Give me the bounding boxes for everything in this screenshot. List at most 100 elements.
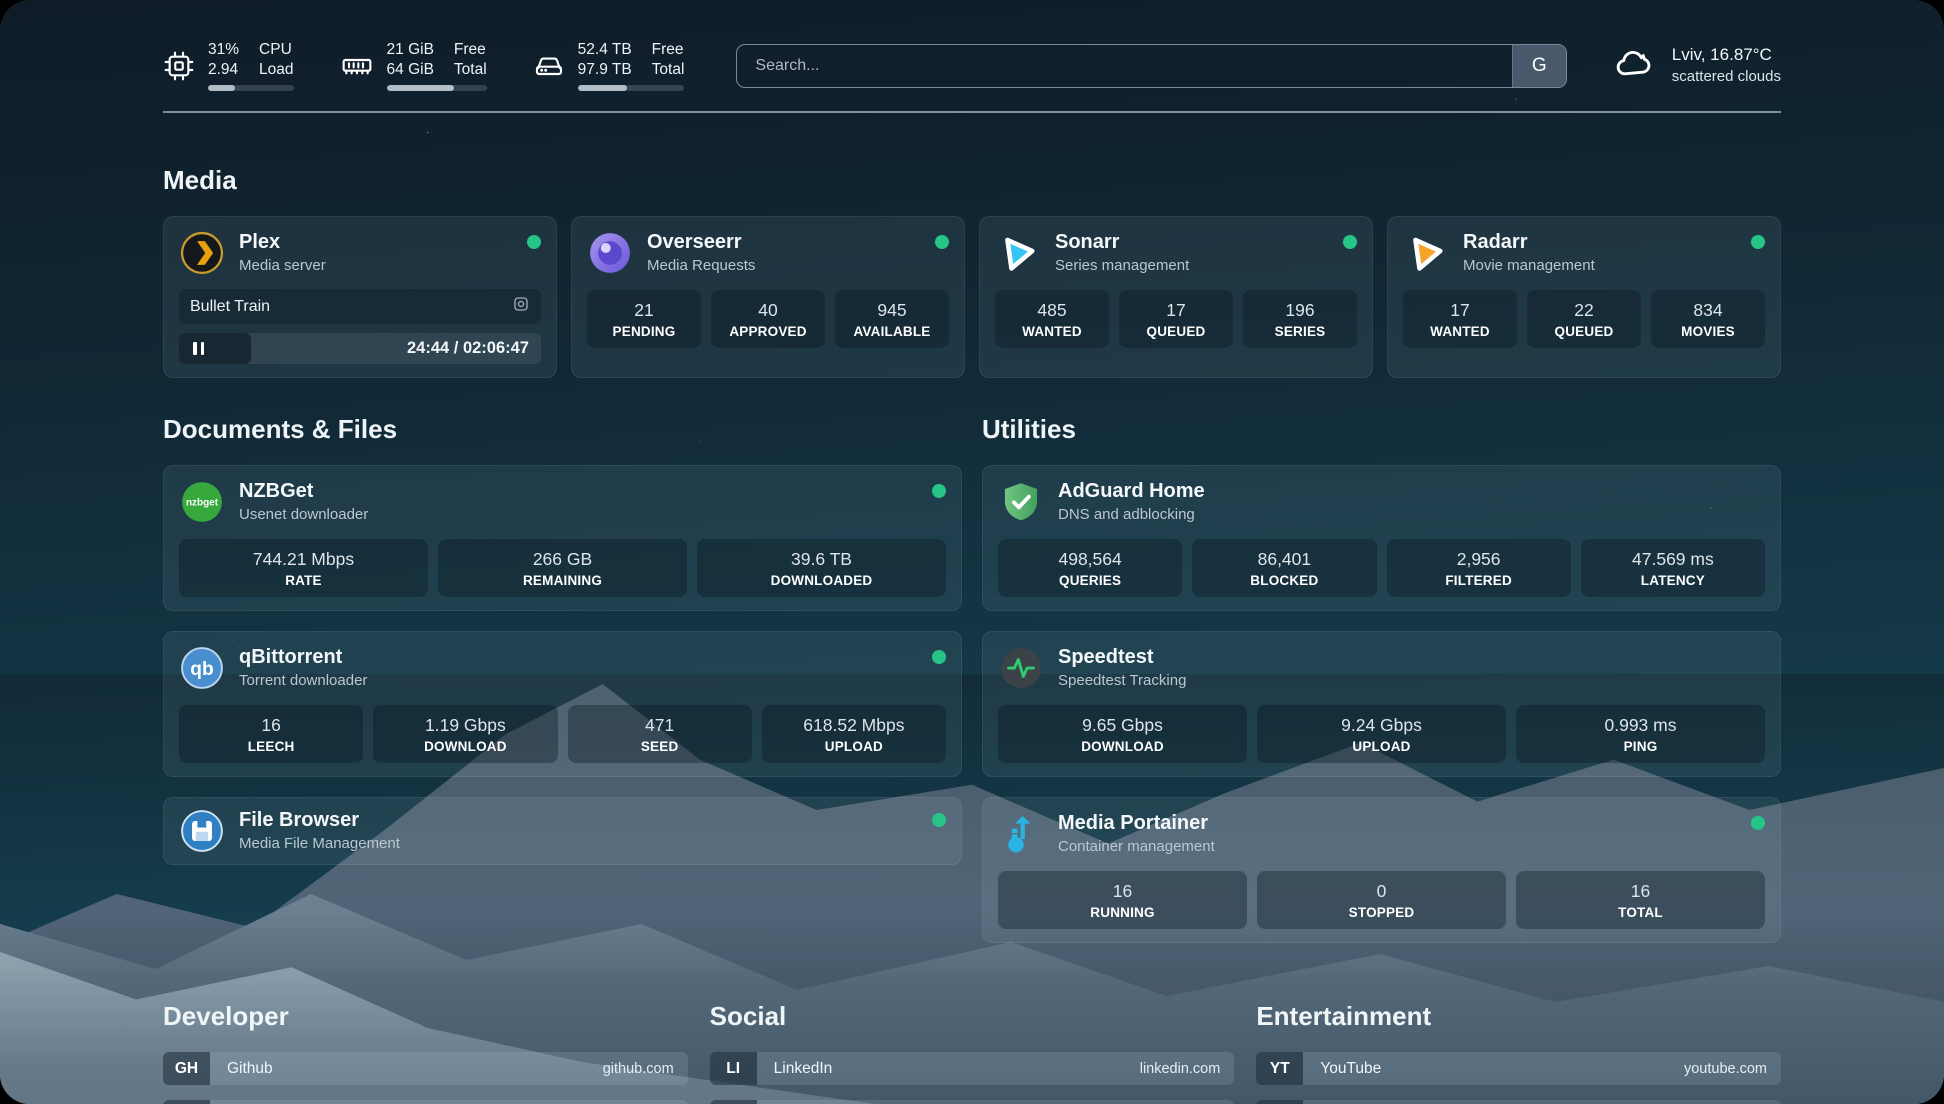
plex-card[interactable]: Plex Media server Bullet Train [163, 216, 557, 378]
sonarr-card[interactable]: Sonarr Series management 485 WANTED 17 Q… [979, 216, 1373, 378]
search-wrapper: G [736, 44, 1566, 88]
memory-progress-fill [387, 85, 454, 91]
stat-approved: 40 APPROVED [711, 290, 825, 348]
stat-value: 485 [1001, 300, 1103, 321]
stat-value: 40 [717, 300, 819, 321]
bookmark-linkedin[interactable]: LI LinkedIn linkedin.com [710, 1052, 1235, 1085]
stat-rate: 744.21 Mbps RATE [179, 539, 428, 597]
portainer-card[interactable]: Media Portainer Container management 16 … [982, 797, 1781, 943]
qbittorrent-card[interactable]: qb qBittorrent Torrent downloader 16 LEE… [163, 631, 962, 777]
bookmark-abbr: TW [710, 1100, 757, 1104]
app-description: Speedtest Tracking [1058, 672, 1186, 689]
stat-label: LEECH [185, 739, 357, 754]
bookmark-netflix[interactable]: NF Netflix netflix.com [1256, 1100, 1781, 1104]
stat-value: 9.65 Gbps [1004, 715, 1241, 736]
stat-value: 498,564 [1004, 549, 1176, 570]
media-thumbnail-icon[interactable] [512, 295, 530, 318]
social-title: Social [710, 1001, 1235, 1032]
stat-label: TOTAL [1522, 905, 1759, 920]
now-playing-title: Bullet Train [190, 298, 512, 316]
bookmark-stackoverflow[interactable]: SO StackOverflow stackoverflow.com [163, 1100, 688, 1104]
weather-widget[interactable]: Lviv, 16.87°C scattered clouds [1611, 43, 1781, 88]
stat-label: PENDING [593, 324, 695, 339]
pause-button[interactable] [179, 342, 218, 355]
cpu-labels: CPU Load [259, 40, 293, 80]
disk-total-value: 97.9 TB [578, 60, 632, 80]
cpu-values: 31% 2.94 [208, 40, 239, 80]
speedtest-icon [998, 645, 1044, 691]
weather-location-temp: Lviv, 16.87°C [1672, 44, 1781, 67]
stat-label: STOPPED [1263, 905, 1500, 920]
dashboard-content: 31% 2.94 CPU Load [0, 0, 1944, 1104]
stat-label: PING [1522, 739, 1759, 754]
bookmark-abbr: GH [163, 1052, 210, 1085]
stat-label: RATE [185, 573, 422, 588]
stat-value: 618.52 Mbps [768, 715, 940, 736]
stat-value: 9.24 Gbps [1263, 715, 1500, 736]
playback-progress-row: 24:44 / 02:06:47 [179, 333, 541, 364]
stat-value: 39.6 TB [703, 549, 940, 570]
status-dot [1343, 235, 1357, 249]
disk-free-label: Free [652, 40, 685, 60]
media-grid: Plex Media server Bullet Train [163, 216, 1781, 378]
stat-label: UPLOAD [1263, 739, 1500, 754]
stat-running: 16 RUNNING [998, 871, 1247, 929]
search-provider-button[interactable]: G [1512, 45, 1566, 87]
stat-value: 2,956 [1393, 549, 1565, 570]
bookmark-name: Github [227, 1060, 273, 1078]
stat-queued: 17 QUEUED [1119, 290, 1233, 348]
app-name: Overseerr [647, 231, 755, 254]
memory-metric: 21 GiB 64 GiB Free Total [340, 40, 487, 91]
stat-label: QUEUED [1533, 324, 1635, 339]
stat-wanted: 17 WANTED [1403, 290, 1517, 348]
stat-value: 834 [1657, 300, 1759, 321]
app-description: Media File Management [239, 835, 400, 852]
filebrowser-card[interactable]: File Browser Media File Management [163, 797, 962, 865]
app-name: Media Portainer [1058, 812, 1215, 835]
bookmark-github[interactable]: GH Github github.com [163, 1052, 688, 1085]
stat-leech: 16 LEECH [179, 705, 363, 763]
stat-remaining: 266 GB REMAINING [438, 539, 687, 597]
media-section-title: Media [163, 165, 1781, 196]
top-bar: 31% 2.94 CPU Load [163, 40, 1781, 91]
app-description: Media server [239, 257, 326, 274]
entertainment-title: Entertainment [1256, 1001, 1781, 1032]
bookmark-twitter[interactable]: TW Twitter twitter.com [710, 1100, 1235, 1104]
memory-free-label: Free [454, 40, 487, 60]
stat-value: 266 GB [444, 549, 681, 570]
top-bar-divider [163, 111, 1781, 113]
stat-label: DOWNLOAD [379, 739, 551, 754]
stat-label: RUNNING [1004, 905, 1241, 920]
disk-values: 52.4 TB 97.9 TB [578, 40, 632, 80]
stat-value: 17 [1409, 300, 1511, 321]
nzbget-icon: nzbget [179, 479, 225, 525]
nzbget-card[interactable]: nzbget NZBGet Usenet downloader 744.21 M… [163, 465, 962, 611]
stat-value: 196 [1249, 300, 1351, 321]
radarr-card[interactable]: Radarr Movie management 17 WANTED 22 QUE… [1387, 216, 1781, 378]
app-name: Speedtest [1058, 646, 1186, 669]
documents-section: Documents & Files nzbget NZBGet Usenet d… [163, 414, 962, 943]
bookmark-youtube[interactable]: YT YouTube youtube.com [1256, 1052, 1781, 1085]
status-dot [1751, 235, 1765, 249]
status-dot [527, 235, 541, 249]
bookmark-abbr: YT [1256, 1052, 1303, 1085]
speedtest-card[interactable]: Speedtest Speedtest Tracking 9.65 Gbps D… [982, 631, 1781, 777]
adguard-card[interactable]: AdGuard Home DNS and adblocking 498,564 … [982, 465, 1781, 611]
stat-series: 196 SERIES [1243, 290, 1357, 348]
weather-condition: scattered clouds [1672, 67, 1781, 87]
overseerr-card[interactable]: Overseerr Media Requests 21 PENDING 40 A… [571, 216, 965, 378]
stat-queries: 498,564 QUERIES [998, 539, 1182, 597]
search-input[interactable] [737, 45, 1511, 87]
memory-icon [340, 50, 374, 82]
memory-values: 21 GiB 64 GiB [387, 40, 434, 80]
stat-total: 16 TOTAL [1516, 871, 1765, 929]
cpu-load-value: 2.94 [208, 60, 239, 80]
app-name: AdGuard Home [1058, 480, 1205, 503]
app-name: qBittorrent [239, 646, 367, 669]
stat-value: 945 [841, 300, 943, 321]
stat-download: 9.65 Gbps DOWNLOAD [998, 705, 1247, 763]
app-description: Usenet downloader [239, 506, 368, 523]
disk-total-label: Total [652, 60, 685, 80]
cpu-usage-value: 31% [208, 40, 239, 60]
stat-value: 21 [593, 300, 695, 321]
